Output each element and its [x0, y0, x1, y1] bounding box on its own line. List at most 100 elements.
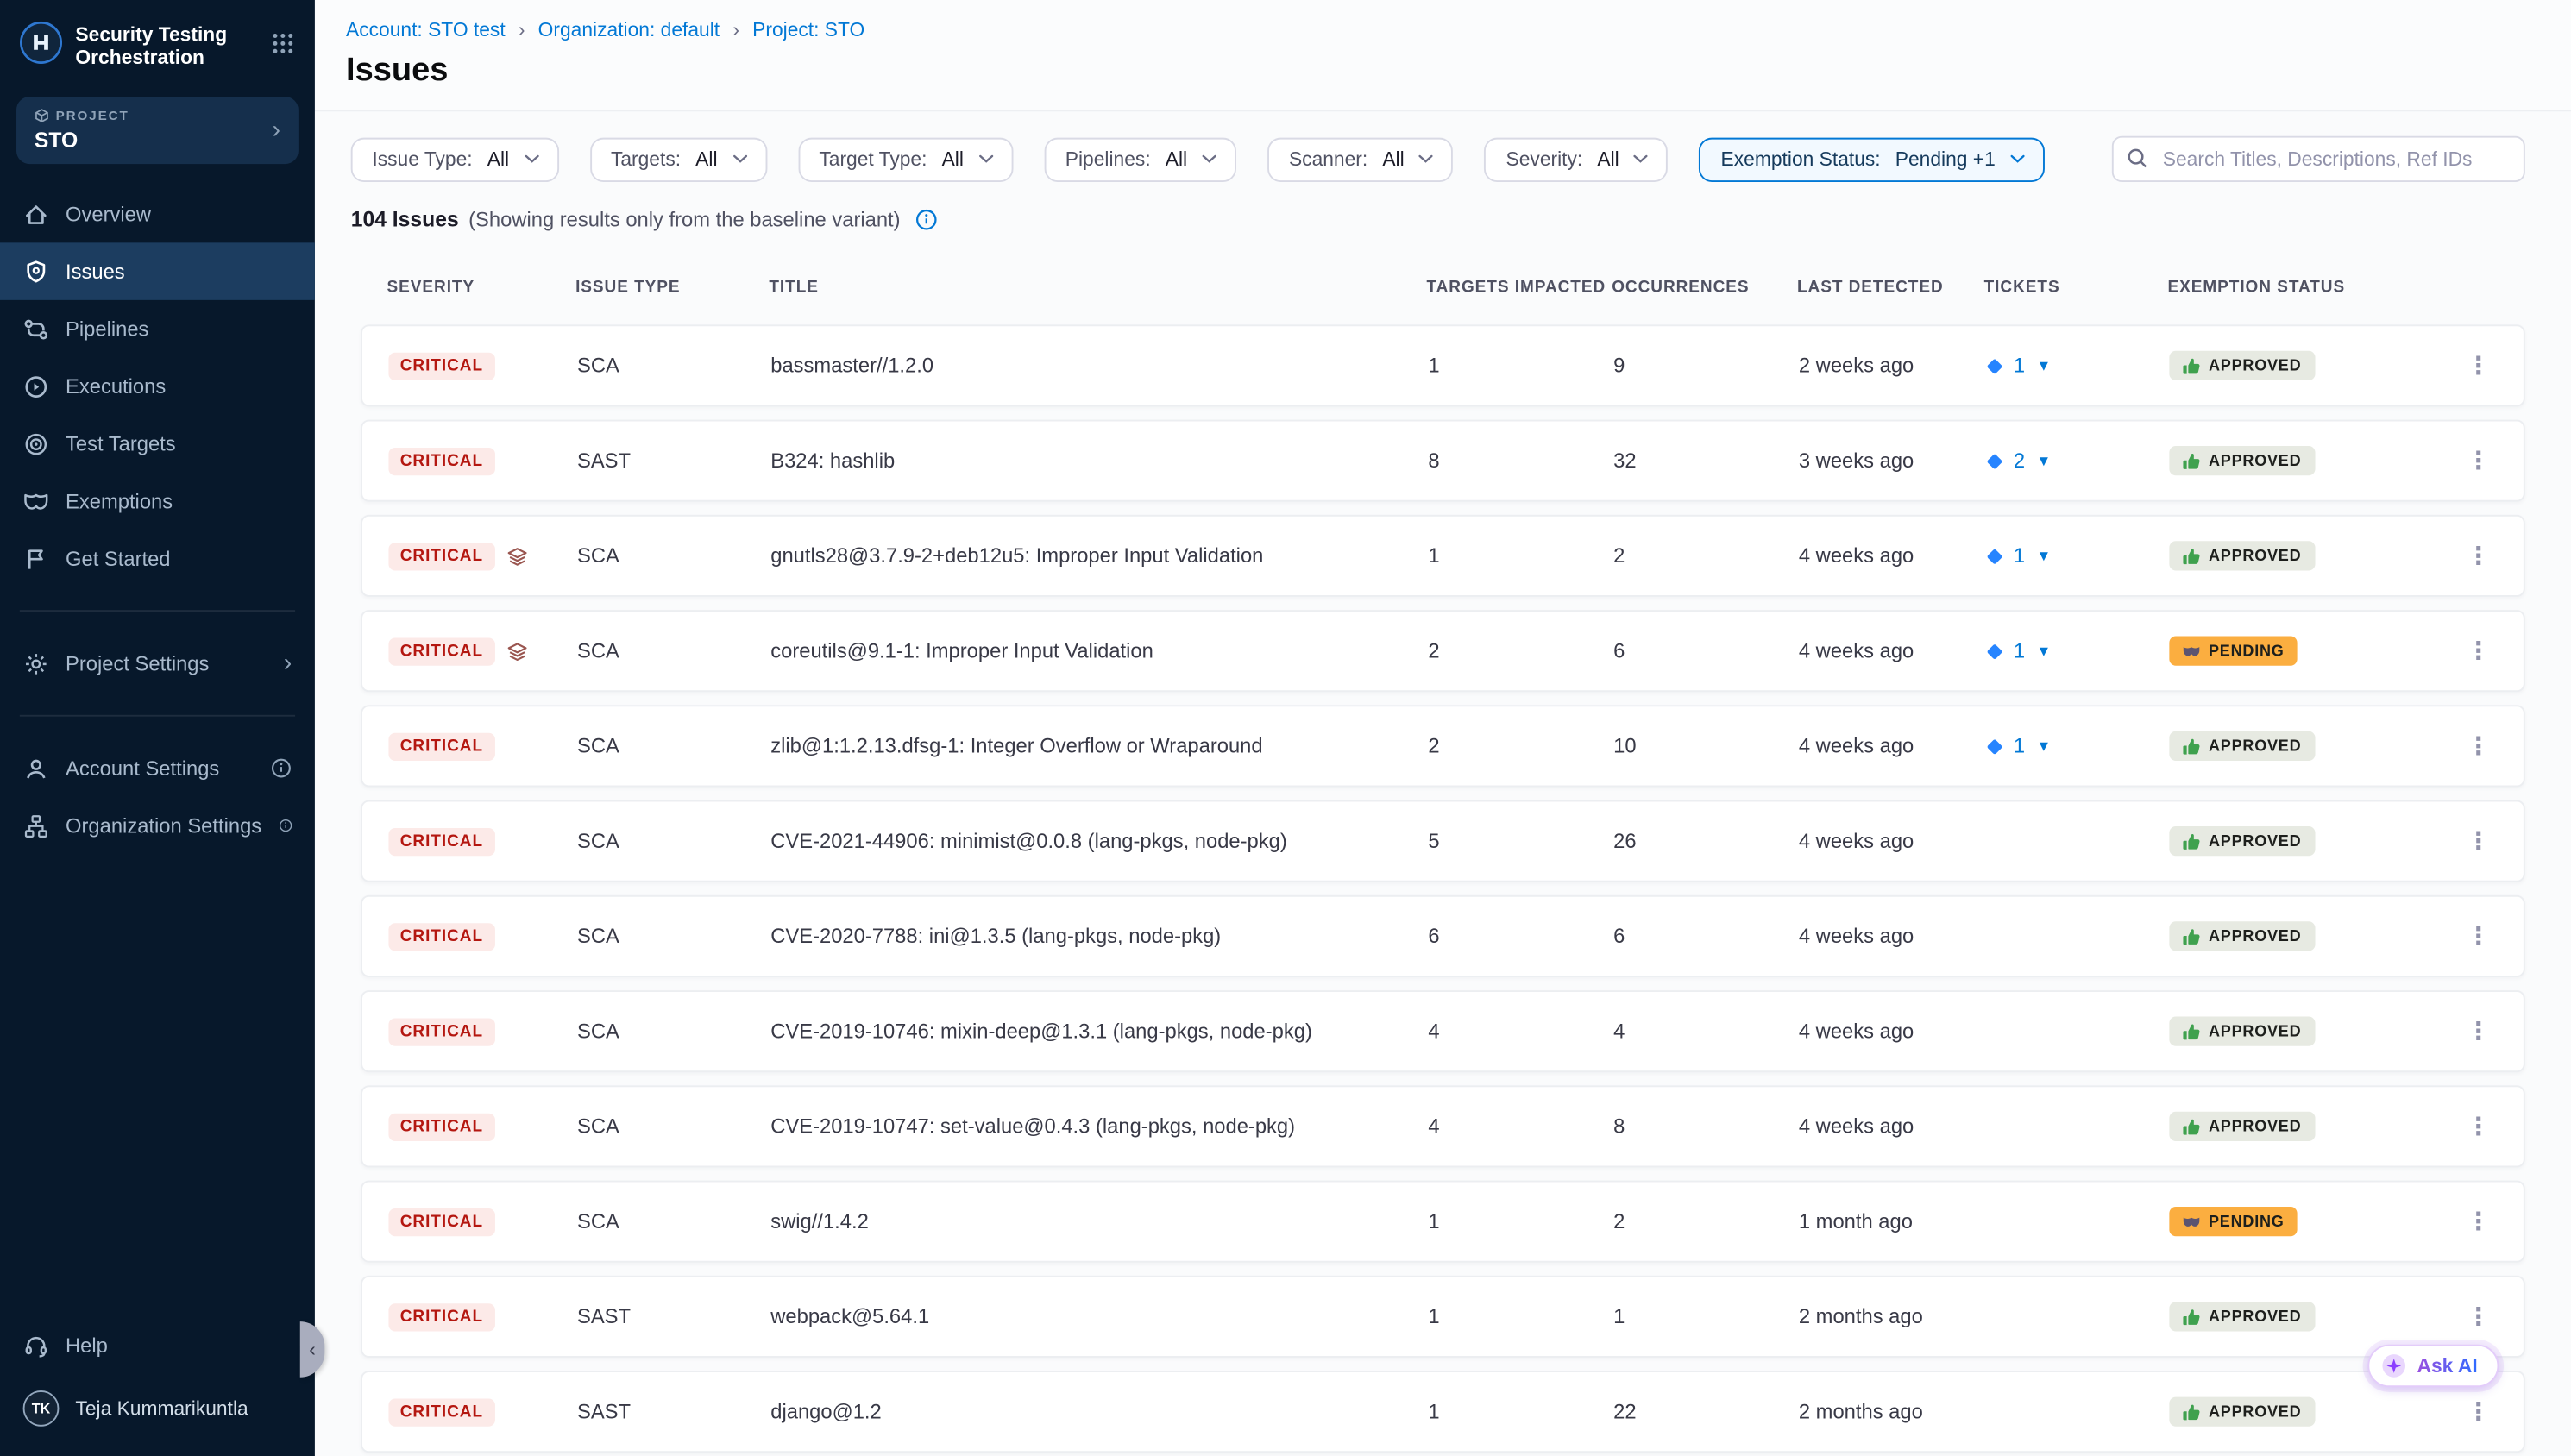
chevron-down-icon [732, 154, 747, 164]
issue-title[interactable]: swig//1.4.2 [770, 1210, 1428, 1233]
row-menu-button[interactable]: ⋮ [2466, 1397, 2524, 1427]
user-menu[interactable]: TK Teja Kummarikuntla [0, 1374, 315, 1443]
issue-title[interactable]: webpack@5.64.1 [770, 1305, 1428, 1328]
row-menu-button[interactable]: ⋮ [2466, 1017, 2524, 1046]
issue-title[interactable]: zlib@1:1.2.13.dfsg-1: Integer Overflow o… [770, 735, 1428, 758]
filter-targets[interactable]: Targets: All [589, 137, 766, 181]
info-icon[interactable] [915, 207, 939, 230]
issue-row-3[interactable]: CRITICAL SCA coreutils@9.1-1: Improper I… [361, 610, 2525, 692]
project-selector[interactable]: PROJECT STO › [16, 97, 299, 164]
issue-title[interactable]: gnutls28@3.7.9-2+deb12u5: Improper Input… [770, 544, 1428, 568]
caret-down-icon[interactable]: ▼ [2036, 737, 2051, 754]
sidebar-item-exemptions[interactable]: Exemptions [0, 472, 315, 530]
divider [20, 715, 295, 717]
issue-title[interactable]: CVE-2019-10746: mixin-deep@1.3.1 (lang-p… [770, 1020, 1428, 1043]
search-box [2112, 136, 2525, 182]
breadcrumb-link-1[interactable]: Organization: default [538, 18, 720, 41]
row-menu-button[interactable]: ⋮ [2466, 731, 2524, 761]
sidebar-item-pipelines[interactable]: Pipelines [0, 300, 315, 358]
filter-scanner[interactable]: Scanner: All [1267, 137, 1453, 181]
breadcrumb-link-0[interactable]: Account: STO test [346, 18, 506, 41]
ticket-count[interactable]: 1 [2014, 735, 2025, 758]
app-switcher-grid-icon[interactable] [271, 31, 296, 56]
issue-title[interactable]: CVE-2021-44906: minimist@0.0.8 (lang-pkg… [770, 830, 1428, 853]
severity-badge: CRITICAL [388, 827, 494, 855]
filter-issue-type[interactable]: Issue Type: All [351, 137, 558, 181]
issue-title[interactable]: coreutils@9.1-1: Improper Input Validati… [770, 639, 1428, 662]
ticket-count[interactable]: 2 [2014, 449, 2025, 473]
issue-title[interactable]: django@1.2 [770, 1400, 1428, 1423]
jira-ticket-icon [1986, 356, 2004, 374]
issue-type-cell: SAST [577, 1400, 770, 1423]
caret-down-icon[interactable]: ▼ [2036, 548, 2051, 564]
sidebar-item-account-settings[interactable]: Account Settings [0, 739, 315, 797]
row-menu-button[interactable]: ⋮ [2466, 1112, 2524, 1141]
issue-title[interactable]: B324: hashlib [770, 449, 1428, 473]
caret-down-icon[interactable]: ▼ [2036, 357, 2051, 373]
row-menu-button[interactable]: ⋮ [2466, 351, 2524, 380]
row-menu-button[interactable]: ⋮ [2466, 446, 2524, 475]
headset-icon [23, 1332, 49, 1358]
help-button[interactable]: Help [0, 1316, 315, 1374]
issue-row-4[interactable]: CRITICAL SCA zlib@1:1.2.13.dfsg-1: Integ… [361, 705, 2525, 787]
issue-type-cell: SCA [577, 639, 770, 662]
filter-exemption-status[interactable]: Exemption Status: Pending +1 [1700, 137, 2045, 181]
sidebar-item-test-targets[interactable]: Test Targets [0, 415, 315, 473]
filter-severity[interactable]: Severity: All [1485, 137, 1669, 181]
sidebar-item-project-settings[interactable]: Project Settings › [0, 635, 315, 693]
mask-icon [23, 488, 49, 514]
table-header: SEVERITYISSUE TYPETITLETARGETS IMPACTEDO… [361, 279, 2525, 324]
issue-row-0[interactable]: CRITICAL SCA bassmaster//1.2.0 1 9 2 wee… [361, 324, 2525, 406]
last-detected-cell: 1 month ago [1799, 1210, 1986, 1233]
issue-row-8[interactable]: CRITICAL SCA CVE-2019-10747: set-value@0… [361, 1085, 2525, 1167]
info-icon[interactable] [271, 757, 292, 779]
issue-title[interactable]: bassmaster//1.2.0 [770, 355, 1428, 378]
avatar: TK [23, 1390, 60, 1427]
issue-row-11[interactable]: CRITICAL SAST django@1.2 1 22 2 months a… [361, 1371, 2525, 1453]
last-detected-cell: 2 months ago [1799, 1305, 1986, 1328]
ticket-count[interactable]: 1 [2014, 544, 2025, 568]
app-title: Security Testing Orchestration [75, 22, 257, 69]
jira-ticket-icon [1986, 547, 2004, 565]
sidebar-item-label: Pipelines [66, 317, 148, 341]
row-menu-button[interactable]: ⋮ [2466, 1207, 2524, 1236]
breadcrumb-link-2[interactable]: Project: STO [752, 18, 864, 41]
issue-row-2[interactable]: CRITICAL SCA gnutls28@3.7.9-2+deb12u5: I… [361, 515, 2525, 597]
row-menu-button[interactable]: ⋮ [2466, 637, 2524, 666]
issue-row-10[interactable]: CRITICAL SAST webpack@5.64.1 1 1 2 month… [361, 1276, 2525, 1358]
search-input[interactable] [2112, 136, 2525, 182]
exemption-status-badge: APPROVED [2169, 541, 2314, 570]
caret-down-icon[interactable]: ▼ [2036, 643, 2051, 659]
tickets-cell: 1 ▼ [1986, 544, 2170, 568]
issue-title[interactable]: CVE-2020-7788: ini@1.3.5 (lang-pkgs, nod… [770, 925, 1428, 948]
issue-row-6[interactable]: CRITICAL SCA CVE-2020-7788: ini@1.3.5 (l… [361, 895, 2525, 977]
issue-row-1[interactable]: CRITICAL SAST B324: hashlib 8 32 3 weeks… [361, 420, 2525, 502]
sidebar-item-executions[interactable]: Executions [0, 357, 315, 415]
ticket-count[interactable]: 1 [2014, 355, 2025, 378]
filter-pipelines[interactable]: Pipelines: All [1044, 137, 1236, 181]
sidebar-item-get-started[interactable]: Get Started [0, 530, 315, 587]
row-menu-button[interactable]: ⋮ [2466, 1302, 2524, 1331]
targets-impacted-cell: 5 [1428, 830, 1613, 853]
issue-row-9[interactable]: CRITICAL SCA swig//1.4.2 1 2 1 month ago… [361, 1181, 2525, 1263]
caret-down-icon[interactable]: ▼ [2036, 453, 2051, 469]
toolbar: Issue Type: All Targets: All Target Type: … [315, 111, 2571, 182]
targets-impacted-cell: 2 [1428, 735, 1613, 758]
issue-row-5[interactable]: CRITICAL SCA CVE-2021-44906: minimist@0.… [361, 800, 2525, 882]
pending-mask-icon [2183, 642, 2201, 660]
sidebar-item-organization-settings[interactable]: Organization Settings [0, 797, 315, 855]
issue-title[interactable]: CVE-2019-10747: set-value@0.4.3 (lang-pk… [770, 1115, 1428, 1139]
sidebar-item-issues[interactable]: Issues [0, 242, 315, 300]
row-menu-button[interactable]: ⋮ [2466, 921, 2524, 951]
targets-impacted-cell: 1 [1428, 1400, 1613, 1423]
thumbs-up-icon [2183, 737, 2201, 755]
info-icon[interactable] [278, 815, 292, 837]
ticket-count[interactable]: 1 [2014, 639, 2025, 662]
issue-row-7[interactable]: CRITICAL SCA CVE-2019-10746: mixin-deep@… [361, 990, 2525, 1072]
row-menu-button[interactable]: ⋮ [2466, 826, 2524, 856]
sidebar-item-overview[interactable]: Overview [0, 185, 315, 243]
row-menu-button[interactable]: ⋮ [2466, 541, 2524, 570]
ask-ai-button[interactable]: Ask AI [2368, 1345, 2499, 1387]
filter-target-type[interactable]: Target Type: All [798, 137, 1013, 181]
sidebar-header: Security Testing Orchestration [0, 0, 315, 82]
